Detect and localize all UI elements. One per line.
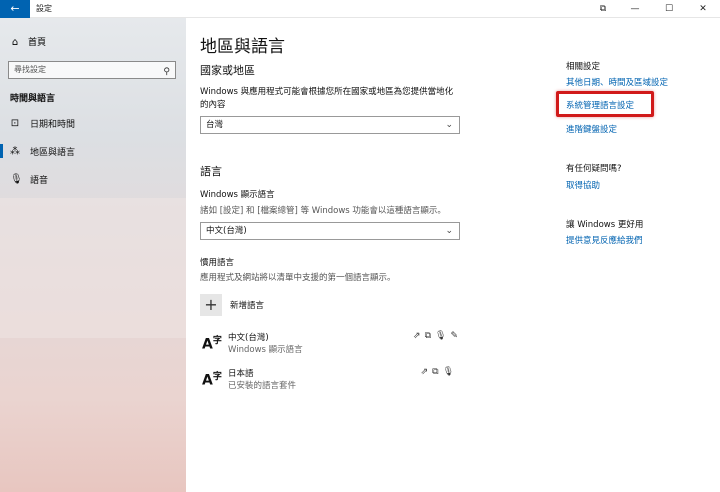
back-button[interactable]: ← [0, 0, 30, 18]
improve-windows-title: 讓 Windows 更好用 [566, 220, 644, 230]
nav-home-label: 首頁 [28, 38, 47, 48]
add-language-button[interactable]: + 新增語言 [200, 294, 264, 316]
window-controls: ⧉ — ☐ ✕ [588, 0, 720, 18]
microphone-icon: 🎙︎ [10, 173, 23, 185]
window-title: 設定 [36, 4, 52, 13]
chevron-down-icon: ⌄ [445, 120, 453, 130]
plus-icon: + [200, 294, 222, 316]
sidebar-item-label: 地區與語言 [30, 147, 76, 158]
language-icon: A字 [202, 372, 222, 389]
language-status: Windows 顯示語言 [228, 345, 303, 355]
region-language-icon: ⁂ [10, 145, 20, 157]
language-feature-icons: ⇗ ⧉ 🎙 [421, 367, 454, 377]
close-button[interactable]: ✕ [686, 0, 720, 18]
text-to-speech-feature-icon: ⧉ [432, 367, 439, 377]
language-list-item[interactable]: A字 日本語 已安裝的語言套件 ⇗ ⧉ 🎙 [200, 367, 460, 397]
maximize-button[interactable]: ☐ [652, 0, 686, 18]
region-dropdown[interactable]: 台灣 ⌄ [200, 116, 460, 134]
sidebar-item-region-language[interactable]: ⁂ 地區與語言 [0, 139, 186, 163]
link-administrative-language-settings[interactable]: 系統管理語言設定 [566, 99, 634, 111]
link-additional-date-time-region[interactable]: 其他日期、時間及區域設定 [566, 76, 668, 88]
link-give-feedback[interactable]: 提供意見反應給我們 [566, 234, 643, 246]
minimize-button[interactable]: — [618, 0, 652, 18]
back-arrow-icon: ← [10, 2, 20, 15]
language-status: 已安裝的語言套件 [228, 381, 297, 391]
page-title: 地區與語言 [200, 37, 285, 57]
display-language-dropdown[interactable]: 中文(台灣) ⌄ [200, 222, 460, 240]
display-language-description: 諸如 [設定] 和 [檔案總管] 等 Windows 功能會以這種語言顯示。 [200, 206, 446, 216]
link-get-help[interactable]: 取得協助 [566, 179, 600, 191]
language-feature-icons: ⇗ ⧉ 🎙 ✎ [413, 331, 458, 341]
search-placeholder: 尋找設定 [14, 65, 46, 74]
language-name: 日本語 [228, 369, 254, 379]
link-advanced-keyboard-settings[interactable]: 進階鍵盤設定 [566, 123, 617, 135]
sidebar-item-date-time[interactable]: ⊡ 日期和時間 [0, 111, 186, 135]
active-indicator [0, 144, 3, 158]
add-language-label: 新增語言 [230, 301, 265, 311]
display-language-feature-icon: ⇗ [413, 331, 421, 341]
display-language-feature-icon: ⇗ [420, 367, 429, 377]
display-language-selected: 中文(台灣) [206, 226, 247, 236]
home-icon: ⌂ [11, 37, 19, 48]
preferred-languages-description: 應用程式及網站將以清單中支援的第一個語言顯示。 [200, 273, 396, 283]
sidebar-background [0, 198, 186, 338]
language-name: 中文(台灣) [228, 333, 269, 343]
sidebar-item-speech[interactable]: 🎙︎ 語音 [0, 167, 186, 191]
sidebar: ⌂ 首頁 尋找設定 ⚲ 時間與語言 ⊡ 日期和時間 ⁂ 地區與語言 🎙︎ 語音 [0, 18, 186, 492]
region-selected: 台灣 [206, 120, 224, 130]
handwriting-feature-icon: ✎ [450, 331, 458, 341]
text-to-speech-feature-icon: ⧉ [424, 331, 432, 341]
region-heading: 國家或地區 [200, 64, 255, 77]
title-bar: ← 設定 ⧉ — ☐ ✕ [0, 0, 720, 18]
sidebar-section-title: 時間與語言 [10, 94, 56, 104]
speech-feature-icon: 🎙 [442, 367, 454, 377]
sidebar-item-label: 日期和時間 [30, 119, 76, 130]
language-list-item[interactable]: A字 中文(台灣) Windows 顯示語言 ⇗ ⧉ 🎙 ✎ [200, 331, 460, 361]
region-description-line1: Windows 與應用程式可能會根據您所在國家或地區為您提供當地化 [200, 87, 454, 97]
preferred-languages-label: 慣用語言 [200, 258, 235, 268]
question-title: 有任何疑問嗎? [566, 164, 622, 174]
display-language-label: Windows 顯示語言 [200, 190, 275, 200]
chevron-down-icon: ⌄ [445, 226, 453, 236]
language-heading: 語言 [200, 165, 222, 178]
speech-feature-icon: 🎙 [435, 331, 447, 341]
search-icon[interactable]: ⚲ [163, 64, 170, 80]
sidebar-item-label: 語音 [30, 175, 49, 186]
related-settings-title: 相關設定 [566, 62, 601, 72]
calendar-clock-icon: ⊡ [10, 117, 20, 129]
region-description-line2: 的內容 [200, 100, 226, 110]
nav-home[interactable]: ⌂ 首頁 [10, 36, 46, 50]
tablet-mode-icon[interactable]: ⧉ [588, 0, 618, 18]
language-icon: A字 [202, 336, 222, 353]
search-input[interactable]: 尋找設定 ⚲ [8, 61, 176, 79]
